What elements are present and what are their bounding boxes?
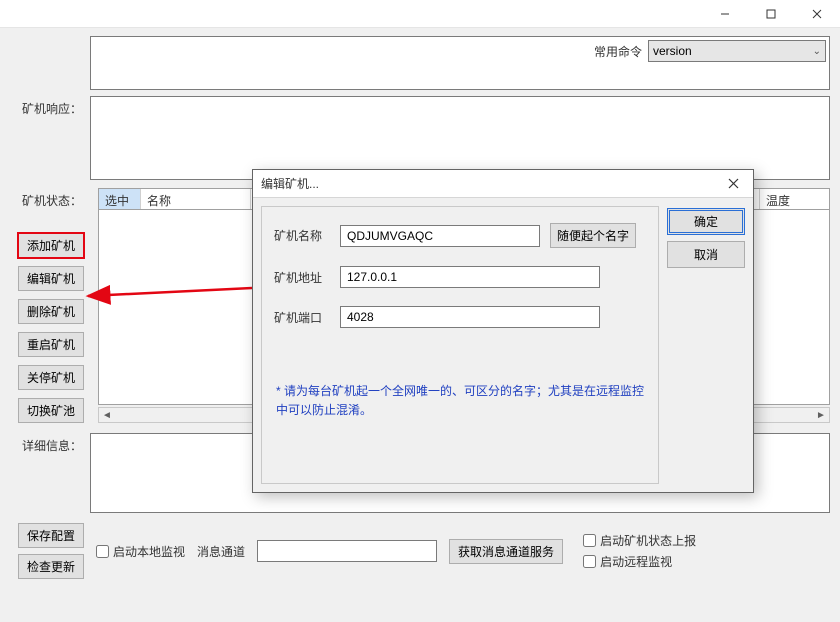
edit-miner-dialog: 编辑矿机... 矿机名称 随便起个名字 矿机地址 矿机端口 bbox=[252, 169, 754, 493]
message-channel-label: 消息通道 bbox=[197, 543, 245, 560]
miner-name-input[interactable] bbox=[340, 225, 540, 247]
dialog-ok-button[interactable]: 确定 bbox=[667, 208, 745, 235]
remote-watch-checkbox[interactable]: 启动远程监视 bbox=[583, 553, 696, 570]
local-watch-label: 启动本地监视 bbox=[113, 543, 185, 560]
switch-pool-button[interactable]: 切换矿池 bbox=[18, 398, 84, 423]
common-command-value: version bbox=[653, 44, 692, 58]
status-report-check-input[interactable] bbox=[583, 534, 596, 547]
detail-label: 详细信息： bbox=[10, 433, 90, 454]
response-textarea[interactable] bbox=[90, 96, 830, 180]
message-channel-input[interactable] bbox=[257, 540, 437, 562]
dialog-title: 编辑矿机... bbox=[261, 175, 319, 192]
col-name[interactable]: 名称 bbox=[141, 189, 251, 209]
get-message-service-button[interactable]: 获取消息通道服务 bbox=[449, 539, 563, 564]
local-watch-check-input[interactable] bbox=[96, 545, 109, 558]
restart-miner-button[interactable]: 重启矿机 bbox=[18, 332, 84, 357]
check-update-button[interactable]: 检查更新 bbox=[18, 554, 84, 579]
random-name-button[interactable]: 随便起个名字 bbox=[550, 223, 636, 248]
dialog-close-button[interactable] bbox=[722, 174, 745, 194]
window-close-button[interactable] bbox=[794, 0, 840, 27]
window-maximize-button[interactable] bbox=[748, 0, 794, 27]
col-temperature[interactable]: 温度 bbox=[759, 189, 829, 209]
remote-watch-check-input[interactable] bbox=[583, 555, 596, 568]
save-config-button[interactable]: 保存配置 bbox=[18, 523, 84, 548]
miner-name-label: 矿机名称 bbox=[274, 227, 330, 244]
common-command-select[interactable]: version ⌄ bbox=[648, 40, 826, 62]
dialog-cancel-button[interactable]: 取消 bbox=[667, 241, 745, 268]
response-label: 矿机响应： bbox=[10, 96, 90, 117]
miner-address-input[interactable] bbox=[340, 266, 600, 288]
chevron-down-icon: ⌄ bbox=[813, 46, 821, 57]
miner-address-label: 矿机地址 bbox=[274, 269, 330, 286]
common-command-label: 常用命令 bbox=[594, 43, 642, 60]
status-label: 矿机状态： bbox=[10, 188, 90, 209]
local-watch-checkbox[interactable]: 启动本地监视 bbox=[96, 543, 185, 560]
edit-miner-button[interactable]: 编辑矿机 bbox=[18, 266, 84, 291]
window-minimize-button[interactable] bbox=[702, 0, 748, 27]
scroll-left-icon[interactable]: ◄ bbox=[99, 410, 115, 421]
scroll-right-icon[interactable]: ► bbox=[813, 410, 829, 421]
delete-miner-button[interactable]: 删除矿机 bbox=[18, 299, 84, 324]
shutdown-miner-button[interactable]: 关停矿机 bbox=[18, 365, 84, 390]
miner-port-input[interactable] bbox=[340, 306, 600, 328]
miner-port-label: 矿机端口 bbox=[274, 309, 330, 326]
remote-watch-label: 启动远程监视 bbox=[600, 553, 672, 570]
status-report-checkbox[interactable]: 启动矿机状态上报 bbox=[583, 532, 696, 549]
add-miner-button[interactable]: 添加矿机 bbox=[18, 233, 84, 258]
window-titlebar bbox=[0, 0, 840, 28]
col-select[interactable]: 选中 bbox=[99, 189, 141, 209]
status-report-label: 启动矿机状态上报 bbox=[600, 532, 696, 549]
dialog-note: * 请为每台矿机起一个全网唯一的、可区分的名字；尤其是在远程监控中可以防止混淆。 bbox=[274, 382, 646, 420]
